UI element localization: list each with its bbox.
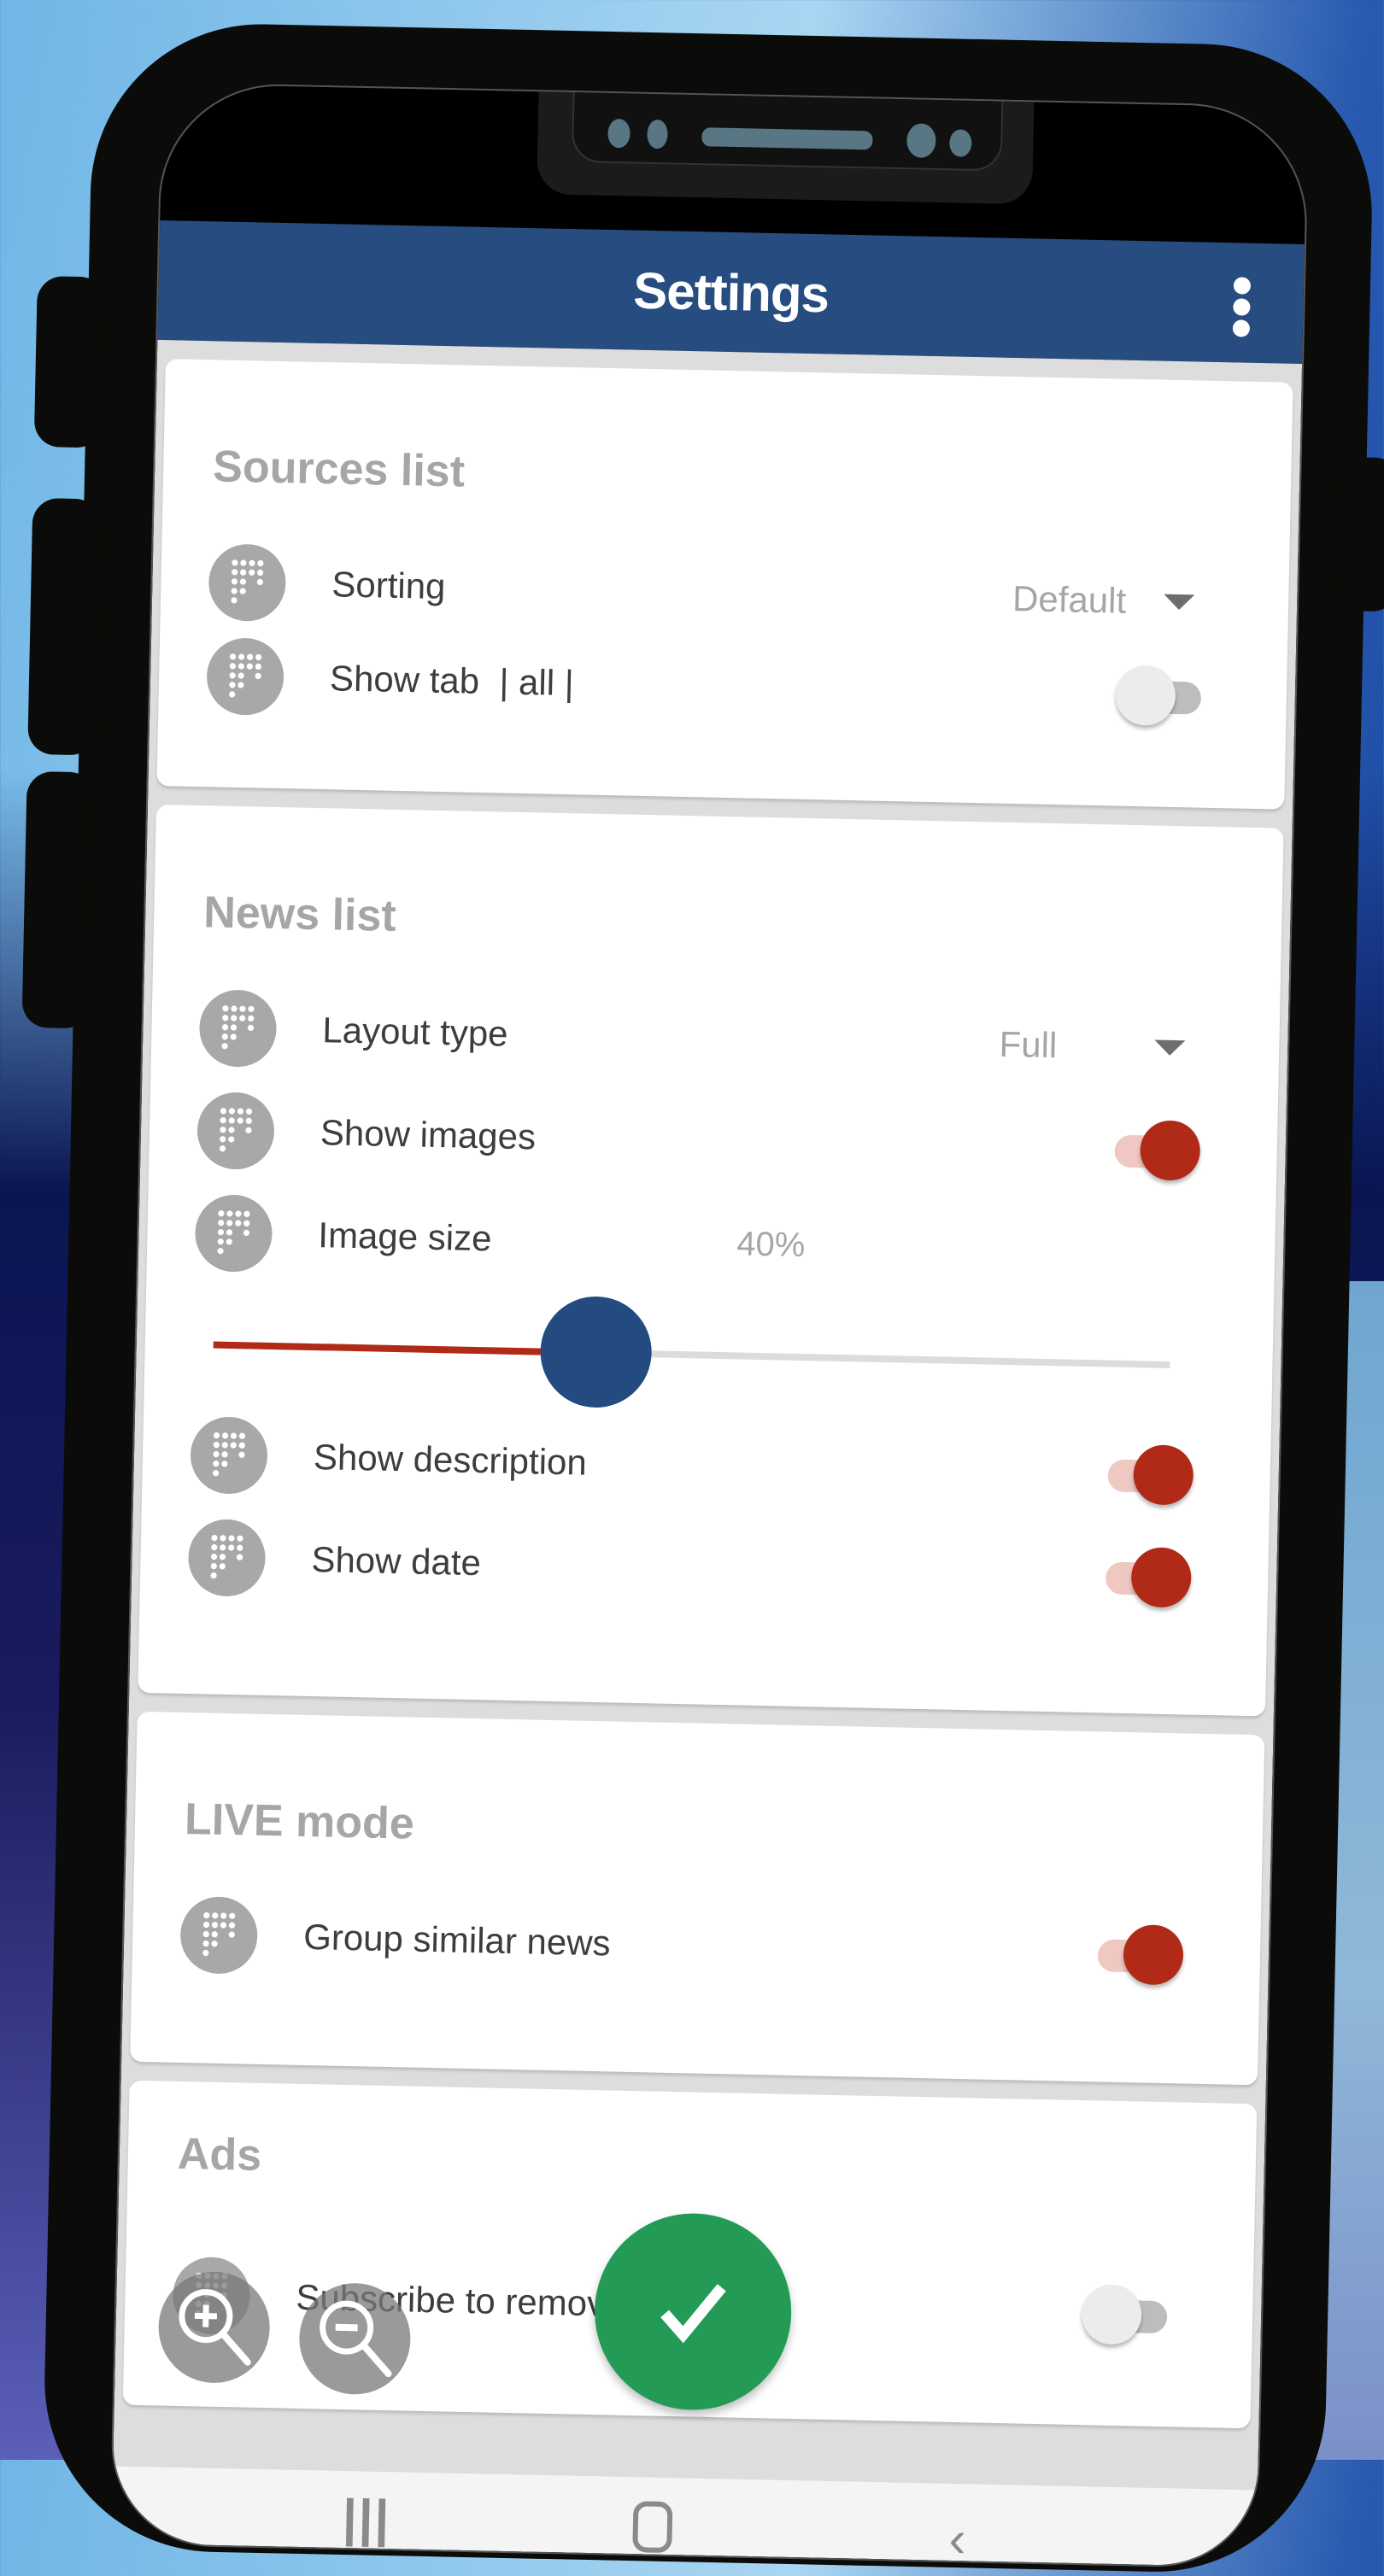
slider-thumb[interactable] <box>539 1295 653 1409</box>
dot-matrix-icon <box>196 1092 275 1170</box>
dot-matrix-icon <box>190 1416 268 1495</box>
card-news-list: News list Layout type Full Show images I… <box>138 805 1284 1717</box>
setting-label: Show date <box>311 1539 482 1584</box>
phone-screen: Settings Sources list Sorting Default Sh… <box>109 81 1310 2569</box>
slider-track[interactable] <box>213 1341 1170 1369</box>
section-title: LIVE mode <box>184 1794 415 1849</box>
show-date-toggle[interactable] <box>1097 1546 1192 1608</box>
chevron-down-icon[interactable] <box>1154 1039 1186 1057</box>
zoom-in-icon <box>179 2289 251 2366</box>
section-title: Sources list <box>212 442 466 497</box>
slider-fill <box>213 1341 596 1356</box>
settings-content: Sources list Sorting Default Show tab | … <box>112 339 1303 2499</box>
dot-matrix-icon <box>187 1519 267 1597</box>
more-vert-icon[interactable] <box>1231 277 1252 337</box>
dot-matrix-icon <box>206 637 285 717</box>
app-bar: Settings <box>157 220 1305 364</box>
side-button <box>1338 456 1384 612</box>
camera-icon <box>906 123 936 158</box>
card-live-mode: LIVE mode Group similar news <box>130 1711 1265 2086</box>
setting-label: Group similar news <box>302 1916 612 1964</box>
side-button <box>21 770 96 1029</box>
section-title: News list <box>202 887 397 941</box>
zoom-in-button[interactable] <box>157 2270 271 2385</box>
image-size-value: 40% <box>736 1224 806 1264</box>
setting-group-similar: Group similar news <box>132 1887 1261 2005</box>
sorting-dropdown[interactable]: Default <box>1012 578 1127 622</box>
setting-label: Show tab | all | <box>329 658 575 704</box>
dot-matrix-icon <box>198 989 278 1068</box>
sensor-icon <box>647 119 668 149</box>
check-icon <box>660 2284 726 2344</box>
show-tab-toggle[interactable] <box>1115 664 1210 727</box>
dot-matrix-icon <box>179 1895 259 1975</box>
side-button <box>27 497 102 756</box>
show-description-toggle[interactable] <box>1099 1443 1194 1506</box>
setting-label: Layout type <box>321 1010 509 1054</box>
setting-label: Sorting <box>331 564 446 607</box>
card-sources-list: Sources list Sorting Default Show tab | … <box>156 359 1293 810</box>
setting-show-images: Show images <box>149 1082 1278 1200</box>
setting-show-date: Show date <box>139 1509 1269 1627</box>
zoom-out-icon <box>320 2300 392 2378</box>
chevron-down-icon[interactable] <box>1164 594 1195 611</box>
dot-matrix-icon <box>194 1194 273 1273</box>
zoom-out-button[interactable] <box>298 2281 412 2396</box>
group-similar-toggle[interactable] <box>1088 1923 1184 1986</box>
side-button <box>33 275 106 448</box>
notch <box>537 91 1035 205</box>
setting-label: Show images <box>320 1112 537 1157</box>
section-title: Ads <box>177 2128 262 2181</box>
dot-matrix-icon <box>208 543 287 623</box>
setting-label: Show description <box>313 1437 588 1483</box>
home-button[interactable] <box>632 2501 673 2554</box>
back-button[interactable]: ‹ <box>948 2509 966 2568</box>
show-images-toggle[interactable] <box>1105 1119 1201 1181</box>
setting-label: Image size <box>317 1215 492 1259</box>
sensor-icon <box>949 129 972 157</box>
phone-frame: Settings Sources list Sorting Default Sh… <box>21 20 1384 2576</box>
speaker-icon <box>701 127 873 150</box>
image-size-slider[interactable] <box>144 1279 1274 1431</box>
setting-layout-type[interactable]: Layout type Full <box>150 980 1280 1098</box>
subscribe-toggle[interactable] <box>1081 2284 1176 2345</box>
layout-type-dropdown[interactable]: Full <box>999 1024 1058 1066</box>
page-title: Settings <box>632 261 830 323</box>
sensor-icon <box>607 118 630 149</box>
recents-button[interactable]: ||| <box>342 2488 391 2548</box>
